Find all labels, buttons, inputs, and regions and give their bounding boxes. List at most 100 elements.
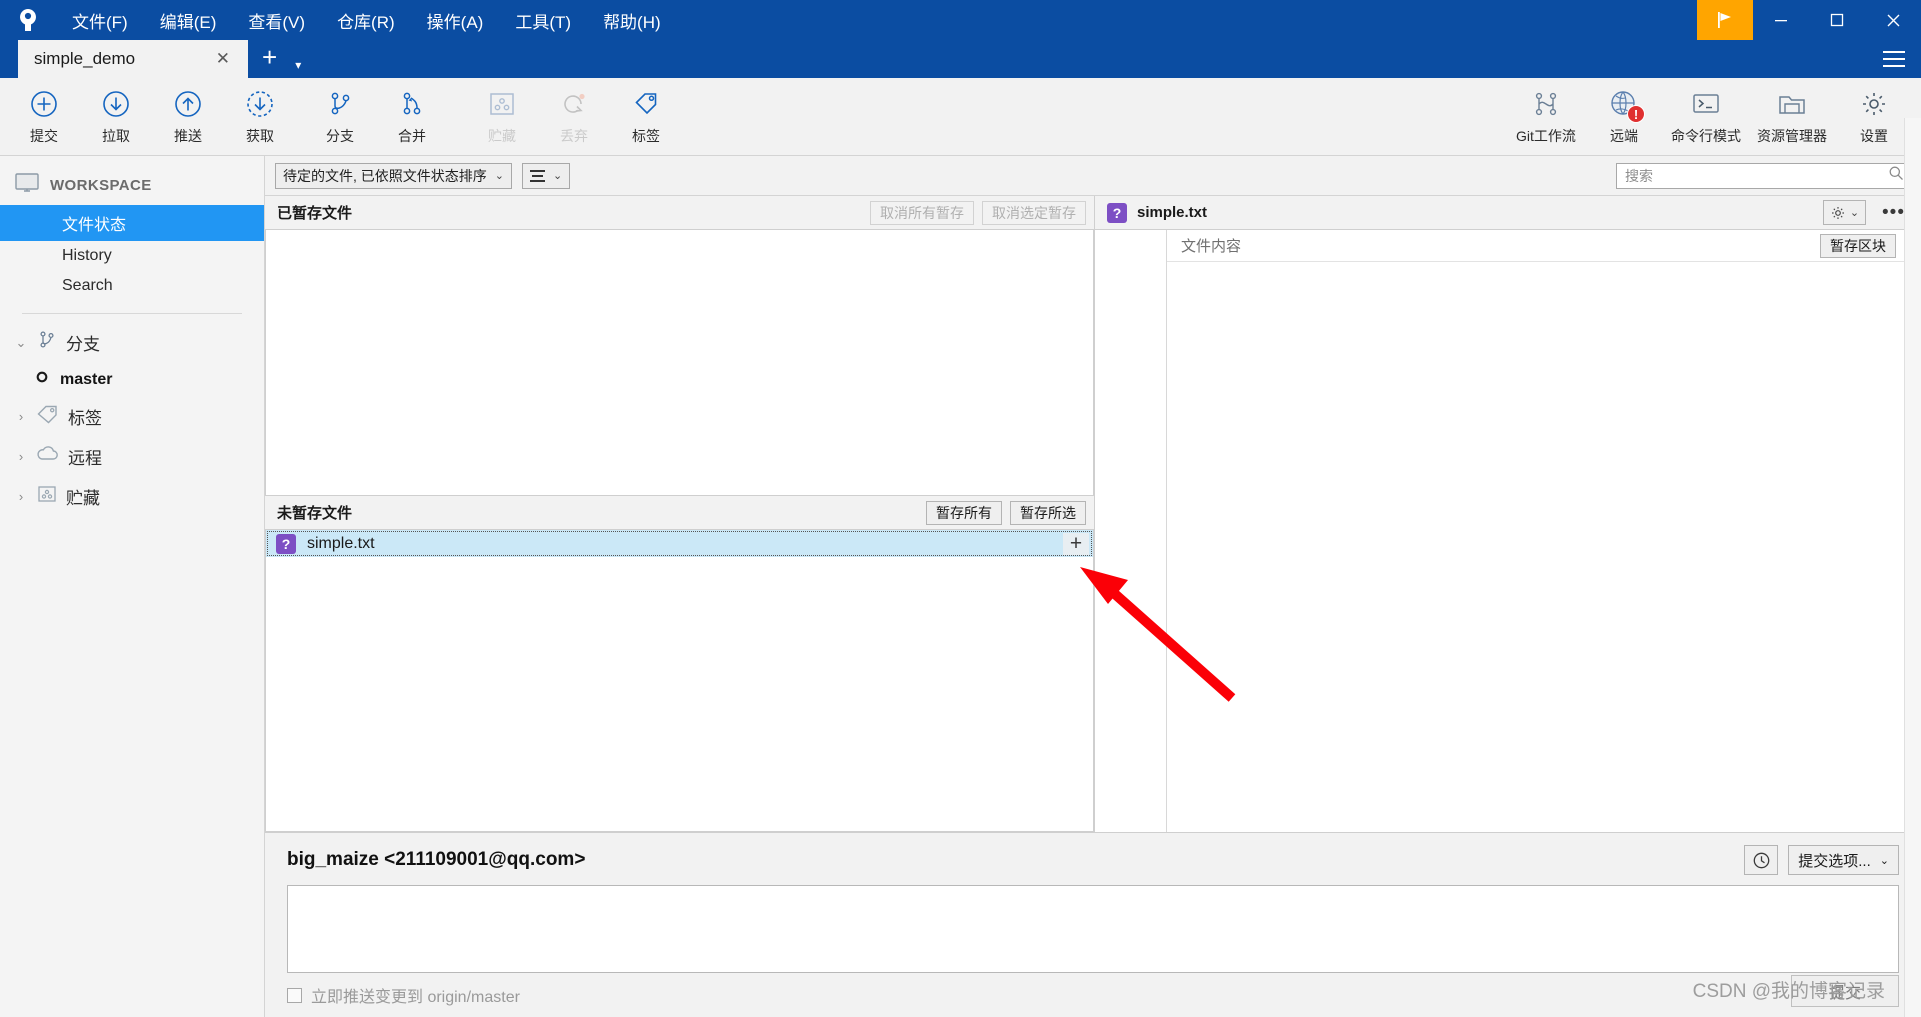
cloud-icon: [36, 444, 60, 469]
minimize-button[interactable]: [1753, 0, 1809, 40]
menu-edit[interactable]: 编辑(E): [144, 4, 233, 37]
commit-history-button[interactable]: [1744, 845, 1779, 875]
staged-files-section: 已暂存文件 取消所有暂存 取消选定暂存: [265, 196, 1094, 496]
minimize-icon: [1775, 20, 1787, 22]
diff-settings-button[interactable]: ⌄: [1822, 200, 1867, 225]
commit-options-button[interactable]: 提交选项... ⌄: [1788, 845, 1899, 875]
toolbar-discard-button[interactable]: 丢弃: [538, 82, 610, 152]
tab-list-dropdown[interactable]: ▾: [291, 40, 311, 78]
sidebar-remotes-label: 远程: [68, 449, 102, 468]
main-body: WORKSPACE 文件状态 History Search ⌄ 分支 maste…: [0, 118, 1921, 1017]
toolbar-commit-button[interactable]: 提交: [8, 82, 80, 152]
stage-file-button[interactable]: +: [1063, 532, 1089, 555]
chevron-right-icon[interactable]: ›: [14, 489, 28, 504]
toolbar-push-button[interactable]: 推送: [152, 82, 224, 152]
flag-button[interactable]: [1697, 0, 1753, 40]
gear-icon: [1857, 87, 1891, 121]
toolbar-remote-button[interactable]: ! 远端: [1585, 82, 1663, 152]
toolbar-gitflow-button[interactable]: Git工作流: [1507, 82, 1585, 152]
diff-pane: ? simple.txt ⌄ ••• 文件内容 暂存区块: [1095, 196, 1921, 832]
stage-hunk-button[interactable]: 暂存区块: [1820, 233, 1896, 258]
toolbar-commit-label: 提交: [30, 128, 58, 144]
clock-icon: [1753, 852, 1770, 868]
menu-tools[interactable]: 工具(T): [499, 4, 587, 37]
sidebar-item-file-status[interactable]: 文件状态: [0, 205, 264, 241]
sidebar-workspace-header[interactable]: WORKSPACE: [0, 166, 264, 205]
menu-help[interactable]: 帮助(H): [587, 4, 677, 37]
stage-selected-button[interactable]: 暂存所选: [1010, 500, 1086, 525]
commit-icon: [27, 87, 61, 121]
chevron-down-icon: ⌄: [1879, 854, 1889, 867]
staged-file-list[interactable]: [265, 230, 1094, 496]
menu-file[interactable]: 文件(F): [56, 4, 144, 37]
toolbar-tag-button[interactable]: 标签: [610, 82, 682, 152]
menu-view[interactable]: 查看(V): [232, 4, 321, 37]
toolbar-branch-button[interactable]: 分支: [304, 82, 376, 152]
tab-label: simple_demo: [34, 49, 136, 68]
chevron-down-icon[interactable]: ⌄: [14, 335, 28, 351]
tab-close-icon[interactable]: ✕: [208, 49, 238, 69]
toolbar-stash-button[interactable]: 贮藏: [466, 82, 538, 152]
sidebar-stashes-label: 贮藏: [66, 489, 100, 508]
commit-section: big_maize <211109001@qq.com> 提交选项... ⌄ 立…: [265, 832, 1921, 1017]
stage-all-button[interactable]: 暂存所有: [926, 500, 1002, 525]
unstage-selected-button[interactable]: 取消选定暂存: [982, 200, 1086, 225]
close-button[interactable]: [1865, 0, 1921, 40]
unstage-all-button[interactable]: 取消所有暂存: [870, 200, 974, 225]
chevron-right-icon[interactable]: ›: [14, 449, 28, 464]
chevron-down-icon: ⌄: [1849, 207, 1860, 219]
sidebar-tree-stashes[interactable]: › 贮藏: [0, 476, 264, 517]
tag-icon: [629, 87, 663, 121]
file-sort-label: 待定的文件, 已依照文件状态排序: [283, 167, 487, 184]
unstaged-header: 未暂存文件 暂存所有 暂存所选: [265, 496, 1094, 530]
branch-dot-icon: [34, 369, 50, 390]
sidebar-tree-tags[interactable]: › 标签: [0, 396, 264, 437]
diff-header: ? simple.txt ⌄ •••: [1095, 196, 1921, 230]
diff-text-body[interactable]: 文件内容 暂存区块: [1167, 230, 1904, 832]
toolbar-fetch-button[interactable]: 获取: [224, 82, 296, 152]
sidebar-tree-remotes[interactable]: › 远程: [0, 437, 264, 476]
commit-message-input[interactable]: [287, 885, 1899, 973]
menu-repository[interactable]: 仓库(R): [321, 4, 411, 37]
chevron-down-icon: ⌄: [553, 170, 563, 182]
toolbar-settings-button[interactable]: 设置: [1835, 82, 1913, 152]
commit-button[interactable]: 提交: [1791, 975, 1899, 1007]
stash-icon: [485, 87, 519, 121]
search-box[interactable]: [1616, 162, 1911, 189]
sidebar-tags-label: 标签: [68, 409, 102, 428]
toolbar-pull-button[interactable]: 拉取: [80, 82, 152, 152]
file-sort-dropdown[interactable]: 待定的文件, 已依照文件状态排序 ⌄: [275, 162, 512, 189]
new-tab-button[interactable]: +: [248, 40, 291, 78]
center-column: 待定的文件, 已依照文件状态排序 ⌄ ⌄ 搜索 已暂存文件 取消所有暂存 取消选…: [265, 156, 1921, 1017]
sidebar-item-history[interactable]: History: [0, 241, 264, 271]
app-vertical-scrollbar[interactable]: [1904, 118, 1921, 1017]
sidebar-workspace-label: WORKSPACE: [50, 177, 152, 194]
view-mode-dropdown[interactable]: ⌄: [522, 162, 571, 189]
toolbar-settings-label: 设置: [1860, 128, 1888, 144]
commit-author-row: big_maize <211109001@qq.com> 提交选项... ⌄: [287, 843, 1899, 877]
maximize-button[interactable]: [1809, 0, 1865, 40]
unstaged-file-list[interactable]: ? simple.txt +: [265, 530, 1094, 832]
toolbar-stash-label: 贮藏: [488, 128, 516, 144]
sidebar-branch-master-label: master: [60, 370, 113, 388]
app-logo: [0, 7, 56, 33]
toolbar-terminal-button[interactable]: 命令行模式: [1663, 82, 1749, 152]
sidebar-branch-master[interactable]: master: [0, 363, 264, 396]
push-immediately-checkbox-row[interactable]: 立即推送变更到 origin/master: [287, 983, 520, 1007]
search-icon[interactable]: [1888, 165, 1904, 186]
maximize-icon: [1830, 13, 1844, 27]
pull-icon: [99, 87, 133, 121]
sidebar: WORKSPACE 文件状态 History Search ⌄ 分支 maste…: [0, 156, 265, 1017]
chevron-right-icon[interactable]: ›: [14, 409, 28, 424]
sidebar-tree-branches[interactable]: ⌄ 分支: [0, 322, 264, 363]
search-input[interactable]: [1623, 166, 1888, 185]
tab-simple-demo[interactable]: simple_demo ✕: [18, 40, 248, 78]
tab-strip: simple_demo ✕ + ▾: [0, 40, 1921, 78]
push-immediately-checkbox[interactable]: [287, 987, 302, 1003]
app-menu-icon[interactable]: [1883, 51, 1905, 67]
toolbar-merge-button[interactable]: 合并: [376, 82, 448, 152]
toolbar-explorer-button[interactable]: 资源管理器: [1749, 82, 1835, 152]
menu-actions[interactable]: 操作(A): [411, 4, 500, 37]
table-row[interactable]: ? simple.txt +: [266, 530, 1093, 557]
sidebar-item-search[interactable]: Search: [0, 271, 264, 301]
